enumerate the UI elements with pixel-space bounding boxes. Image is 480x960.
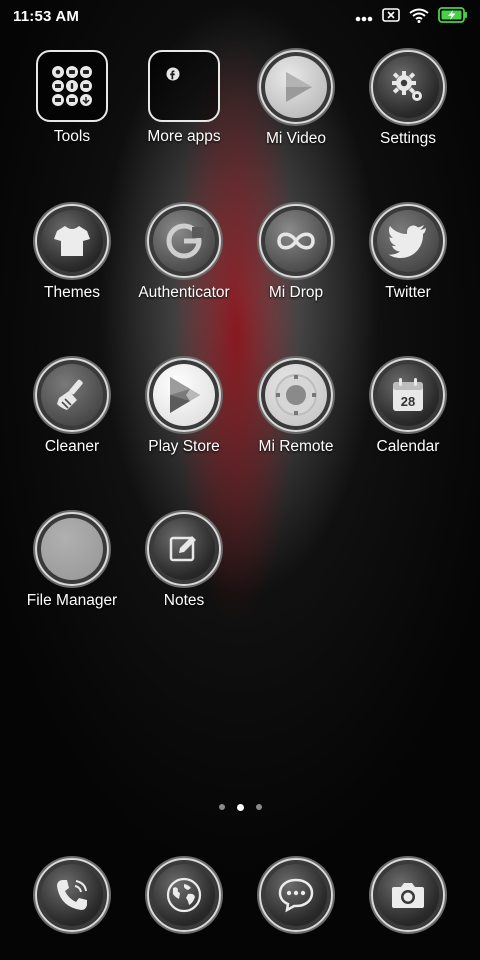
app-themes[interactable]: Themes: [16, 204, 128, 302]
app-label: Notes: [163, 592, 205, 609]
facebook-icon: [166, 67, 180, 81]
app-tools[interactable]: Tools: [16, 50, 128, 146]
app-label: Play Store: [148, 438, 220, 455]
sim-x-icon: [382, 8, 400, 27]
app-label: Mi Remote: [258, 438, 334, 455]
app-label: Mi Drop: [268, 284, 324, 301]
remote-dpad-icon[interactable]: [259, 358, 333, 432]
blank-circle-icon[interactable]: [35, 512, 109, 586]
dock: [0, 858, 480, 932]
calendar-icon[interactable]: 28: [371, 358, 445, 432]
app-label: Calendar: [376, 438, 440, 455]
bird-icon[interactable]: [371, 204, 445, 278]
app-label: Cleaner: [44, 438, 100, 455]
broom-icon[interactable]: [35, 358, 109, 432]
folder-icon[interactable]: [148, 50, 220, 122]
app-settings[interactable]: Settings: [352, 50, 464, 148]
app-label: Authenticator: [138, 284, 230, 301]
dock-messaging[interactable]: [240, 858, 352, 932]
app-notes[interactable]: Notes: [128, 512, 240, 610]
page-dot-active[interactable]: [236, 804, 244, 811]
more-dots-icon: [355, 9, 373, 27]
chat-bubble-icon[interactable]: [259, 858, 333, 932]
app-label: More apps: [147, 128, 221, 145]
app-label: Mi Video: [265, 130, 327, 147]
play-icon[interactable]: [259, 50, 333, 124]
app-label: Themes: [44, 284, 100, 301]
app-label: File Manager: [26, 592, 118, 609]
tshirt-icon[interactable]: [35, 204, 109, 278]
status-icons: [355, 7, 468, 28]
app-label: Twitter: [385, 284, 431, 301]
app-mi-video[interactable]: Mi Video: [240, 50, 352, 148]
dock-camera[interactable]: [352, 858, 464, 932]
google-g-icon[interactable]: [147, 204, 221, 278]
app-twitter[interactable]: Twitter: [352, 204, 464, 302]
status-time: 11:53 AM: [13, 8, 80, 25]
app-cleaner[interactable]: Cleaner: [16, 358, 128, 456]
play-store-icon[interactable]: [147, 358, 221, 432]
dock-browser[interactable]: [128, 858, 240, 932]
app-authenticator[interactable]: Authenticator: [128, 204, 240, 302]
wifi-icon: [409, 8, 429, 28]
app-mi-remote[interactable]: Mi Remote: [240, 358, 352, 456]
camera-icon[interactable]: [371, 858, 445, 932]
calendar-date: 28: [401, 394, 415, 409]
gear-icon[interactable]: [371, 50, 445, 124]
app-label: Tools: [53, 128, 91, 145]
note-edit-icon[interactable]: [147, 512, 221, 586]
phone-icon[interactable]: [35, 858, 109, 932]
globe-icon[interactable]: [147, 858, 221, 932]
app-calendar[interactable]: 28 Calendar: [352, 358, 464, 456]
infinity-icon[interactable]: [259, 204, 333, 278]
status-bar: 11:53 AM: [0, 0, 480, 34]
dock-phone[interactable]: [16, 858, 128, 932]
battery-charging-icon: [438, 7, 468, 28]
app-mi-drop[interactable]: Mi Drop: [240, 204, 352, 302]
page-indicator: [0, 804, 480, 811]
page-dot[interactable]: [218, 804, 225, 810]
page-dot[interactable]: [255, 804, 262, 810]
folder-icon[interactable]: [36, 50, 108, 122]
app-file-manager[interactable]: File Manager: [16, 512, 128, 610]
app-label: Settings: [379, 130, 436, 147]
app-more-apps[interactable]: More apps: [128, 50, 240, 146]
app-play-store[interactable]: Play Store: [128, 358, 240, 456]
